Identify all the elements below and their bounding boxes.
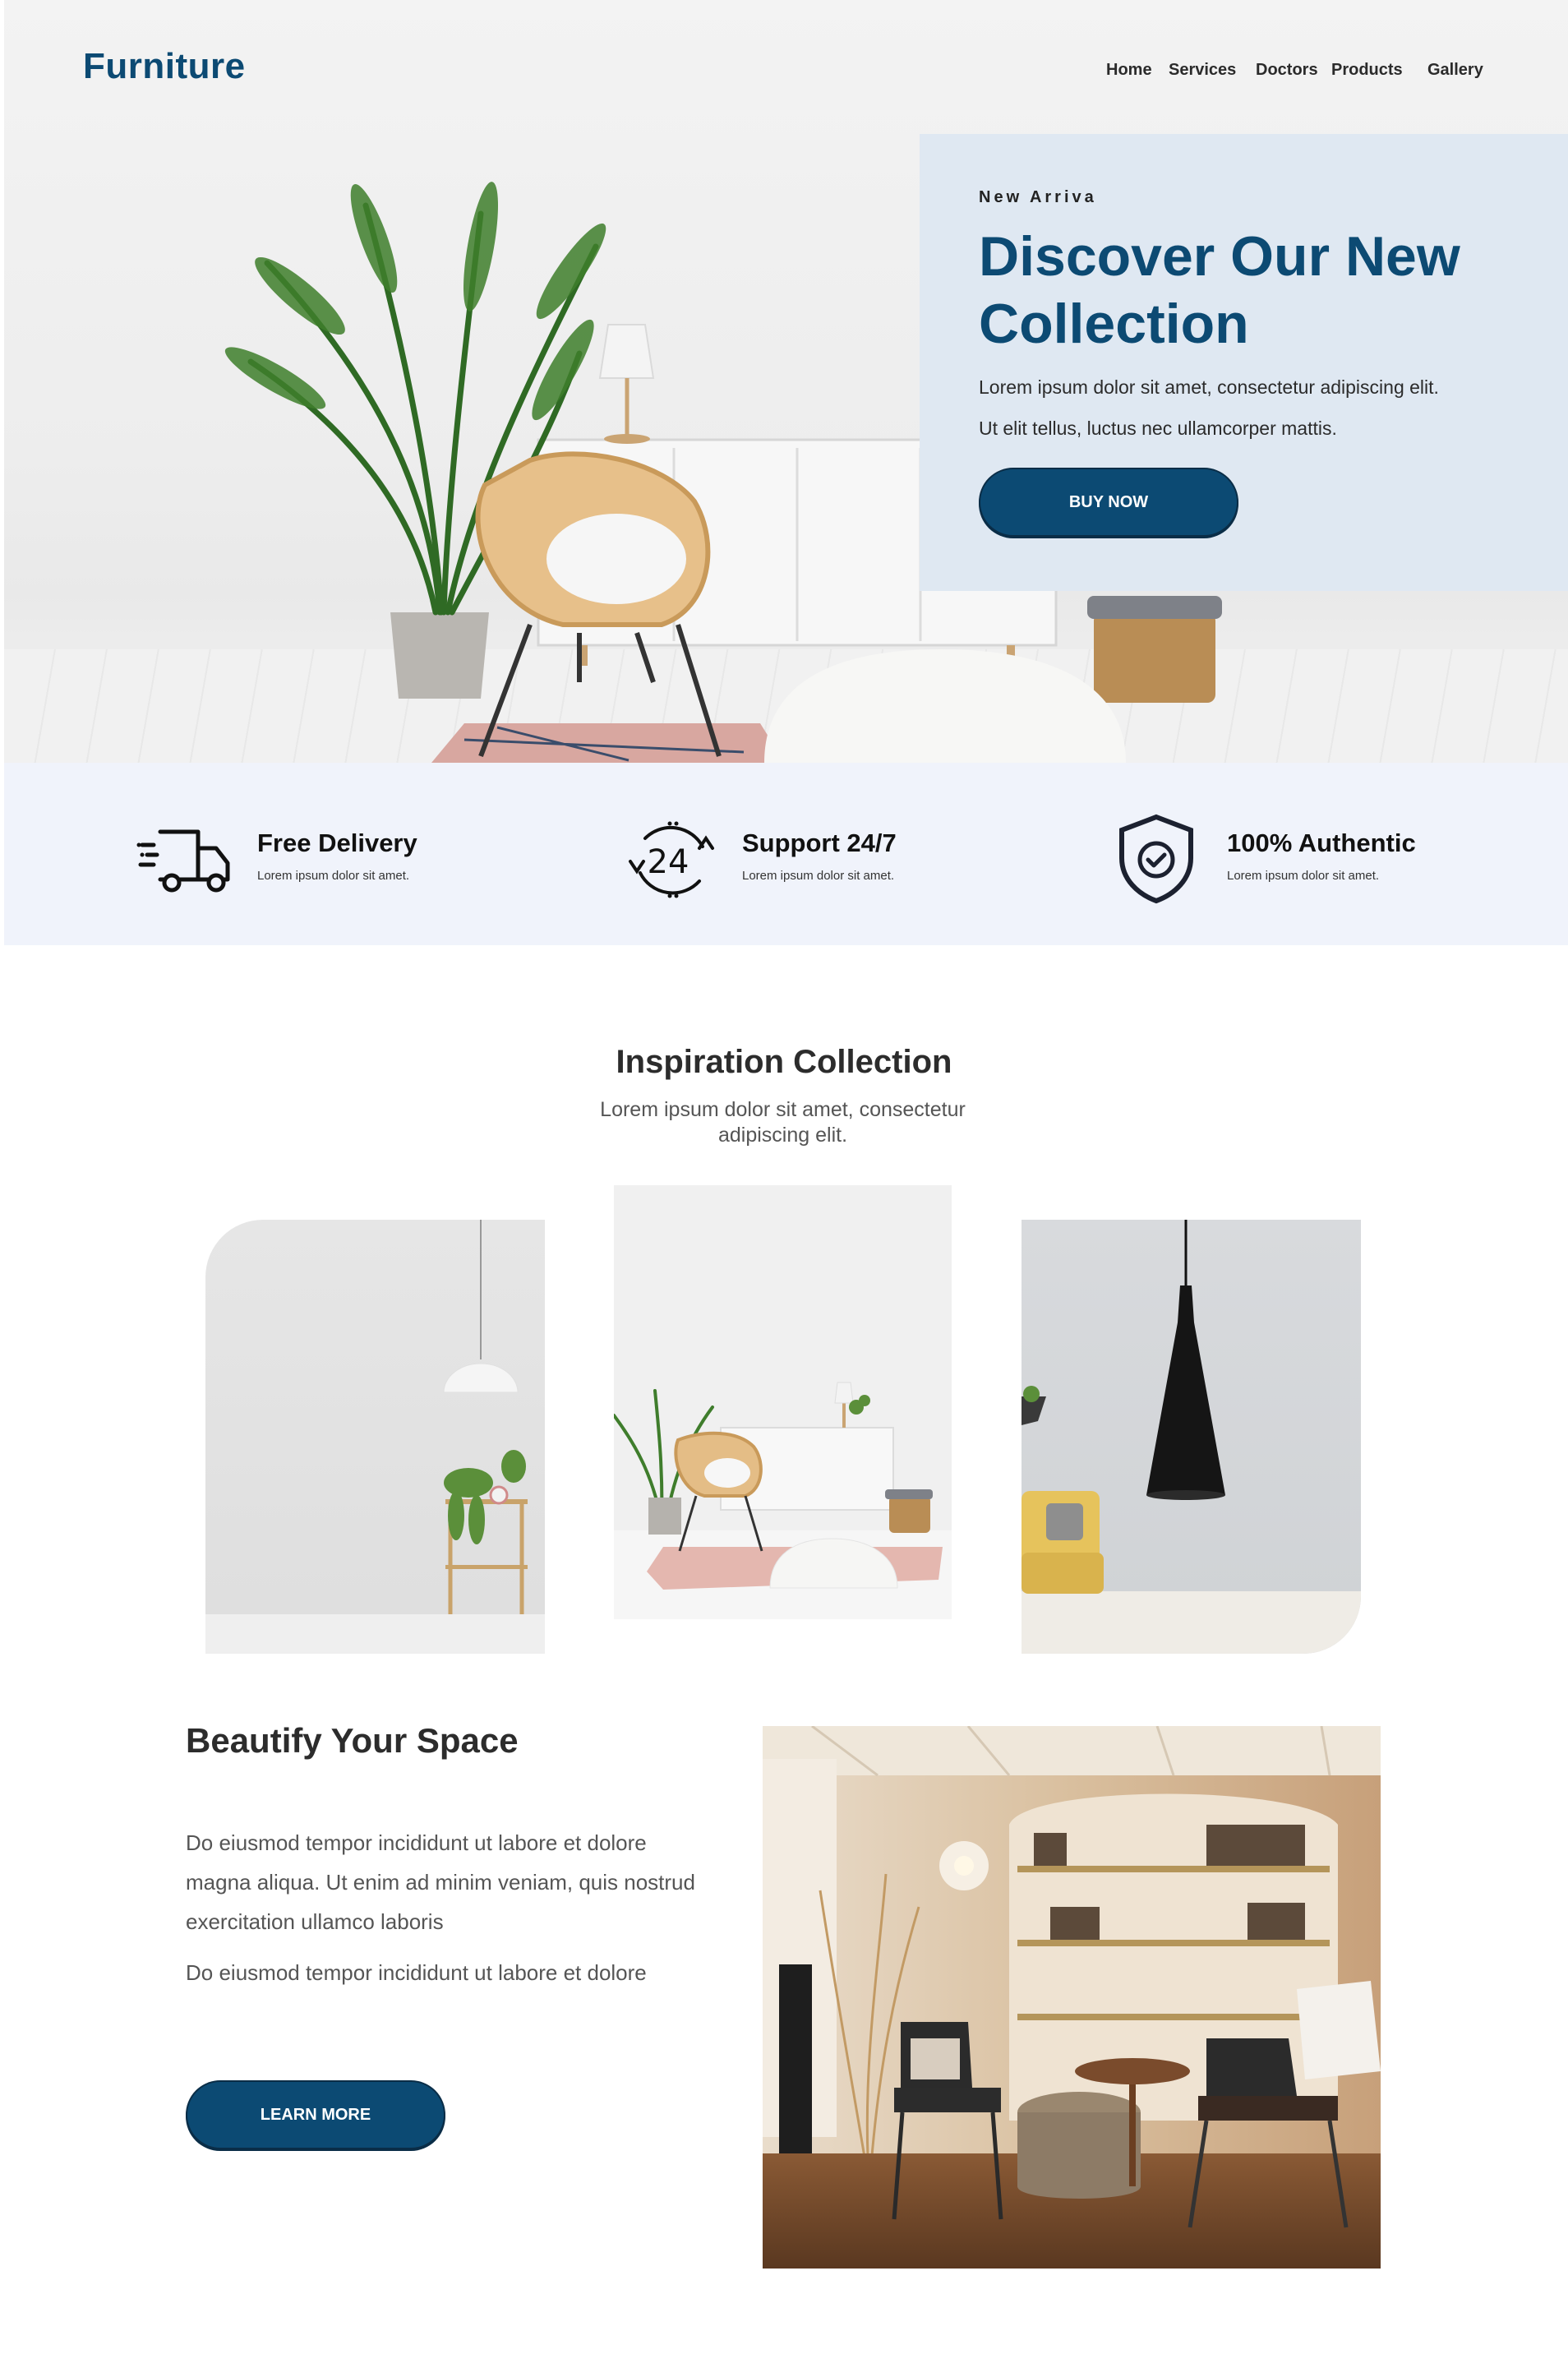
pendant-lamp-shelf-illustration bbox=[205, 1220, 545, 1654]
svg-text:24: 24 bbox=[648, 843, 689, 881]
inspiration-subtitle: Lorem ipsum dolor sit amet, consectetur … bbox=[600, 1098, 966, 1147]
feature-text: Lorem ipsum dolor sit amet. bbox=[742, 869, 895, 883]
nav-item-products[interactable]: Products bbox=[1331, 61, 1403, 80]
feature-support: 24 Support 24/7 Lorem ipsum dolor sit am… bbox=[620, 814, 982, 904]
feature-title: Support 24/7 bbox=[742, 828, 897, 857]
nav-item-doctors[interactable]: Doctors bbox=[1256, 61, 1318, 80]
feature-text: Lorem ipsum dolor sit amet. bbox=[1227, 869, 1380, 883]
black-pendant-lamp-illustration bbox=[1022, 1220, 1361, 1654]
hero-kicker: New Arriva bbox=[979, 188, 1097, 206]
hero-card: New Arriva Discover Our New Collection L… bbox=[920, 134, 1568, 591]
feature-title: 100% Authentic bbox=[1227, 828, 1416, 857]
beautify-paragraph-2: Do eiusmod tempor incididunt ut labore e… bbox=[186, 1960, 647, 1985]
hero-text-line-2: Ut elit tellus, luctus nec ullamcorper m… bbox=[979, 418, 1337, 439]
feature-text: Lorem ipsum dolor sit amet. bbox=[257, 869, 410, 883]
nav-item-services[interactable]: Services bbox=[1169, 61, 1236, 80]
inspiration-image-living-room[interactable] bbox=[614, 1185, 952, 1619]
hero-text-line-1: Lorem ipsum dolor sit amet, consectetur … bbox=[979, 376, 1439, 398]
nav-item-gallery[interactable]: Gallery bbox=[1427, 61, 1483, 80]
feature-title: Free Delivery bbox=[257, 828, 417, 857]
buy-now-button[interactable]: BUY NOW bbox=[979, 468, 1238, 537]
nav-item-home[interactable]: Home bbox=[1106, 61, 1152, 80]
feature-authentic: 100% Authentic Lorem ipsum dolor sit ame… bbox=[1105, 814, 1467, 904]
hero-section: Furniture Home Services Doctors Products… bbox=[4, 0, 1568, 763]
feature-free-delivery: Free Delivery Lorem ipsum dolor sit amet… bbox=[136, 814, 497, 904]
inspiration-image-lamp-shelf[interactable] bbox=[205, 1220, 545, 1654]
reading-nook-image bbox=[763, 1726, 1381, 2269]
inspiration-image-pendant-lamp[interactable] bbox=[1022, 1220, 1361, 1654]
beautify-title: Beautify Your Space bbox=[186, 1721, 519, 1760]
learn-more-button[interactable]: LEARN MORE bbox=[186, 2080, 445, 2149]
living-room-illustration bbox=[614, 1382, 952, 1619]
inspiration-title: Inspiration Collection bbox=[616, 1044, 952, 1080]
reading-nook-illustration bbox=[763, 1726, 1381, 2269]
support-24-7-icon: 24 bbox=[629, 821, 714, 898]
shield-check-icon bbox=[1119, 814, 1193, 904]
hero-title: Discover Our New Collection bbox=[979, 225, 1460, 355]
brand-logo[interactable]: Furniture bbox=[83, 46, 246, 87]
delivery-truck-icon bbox=[136, 829, 230, 893]
features-band: Free Delivery Lorem ipsum dolor sit amet… bbox=[4, 763, 1568, 945]
beautify-paragraph-1: Do eiusmod tempor incididunt ut labore e… bbox=[186, 1830, 695, 1934]
